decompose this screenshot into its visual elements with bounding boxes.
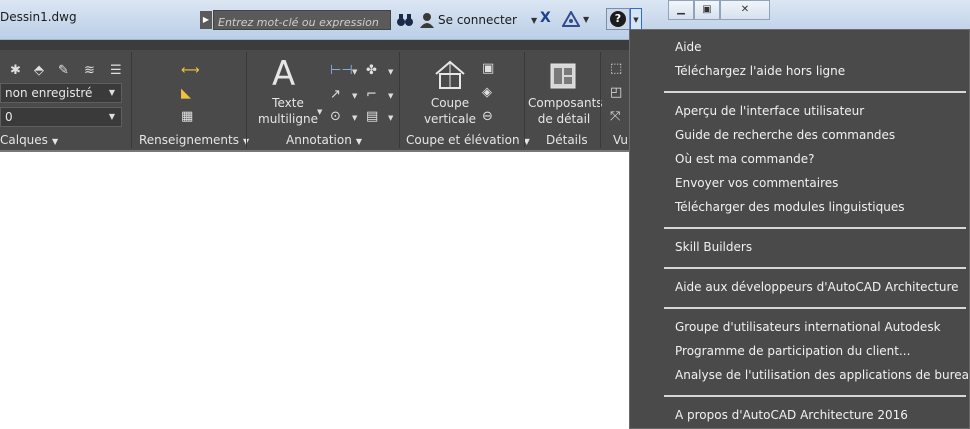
menu-item-telecharger-aide[interactable]: Téléchargez l'aide hors ligne <box>675 62 845 80</box>
chevron-down-icon: ▼ <box>108 112 115 121</box>
binoculars-icon[interactable] <box>395 11 415 29</box>
layer-states-icon[interactable]: ☰ <box>110 64 122 77</box>
calculator-icon[interactable]: ▦ <box>181 110 193 123</box>
user-icon <box>420 13 434 28</box>
chevron-down-icon: ▼ <box>583 14 590 24</box>
view-zoom-icon[interactable]: ⤧ <box>610 110 620 123</box>
chevron-down-icon: ▼ <box>108 88 115 97</box>
search-box[interactable] <box>213 10 391 32</box>
elevation-cube-icon[interactable]: ▣ <box>482 62 494 75</box>
elevation-label-icon[interactable]: ⌐ <box>366 88 377 101</box>
menu-divider <box>664 307 966 309</box>
exchange-apps-icon[interactable]: X <box>540 10 556 28</box>
chevron-down-icon: ▼ <box>51 137 59 146</box>
help-button[interactable]: ? <box>606 8 630 30</box>
layer-isolate-icon[interactable]: ⬘ <box>34 64 44 77</box>
panel-divider <box>524 52 525 148</box>
a360-menu[interactable]: ▼ <box>562 10 592 28</box>
view-cube-icon[interactable]: ⬚ <box>610 62 622 75</box>
signin-label: Se connecter <box>438 13 517 27</box>
dimension-icon[interactable]: ⊢⊣ <box>330 64 353 77</box>
texte-multiligne-button[interactable]: Texte multiligne <box>256 95 320 127</box>
minimize-button[interactable]: ▁ <box>668 0 694 20</box>
layer-freeze-icon[interactable]: ✱ <box>10 64 21 77</box>
table-icon[interactable]: ▤ <box>366 110 378 123</box>
help-dropdown-menu: Aide Téléchargez l'aide hors ligne Aperç… <box>629 29 970 429</box>
menu-item-modules-linguistiques[interactable]: Télécharger des modules linguistiques <box>675 198 905 216</box>
menu-item-analyse-utilisation[interactable]: Analyse de l'utilisation des application… <box>675 366 970 384</box>
menu-item-ou-est-commande[interactable]: Où est ma commande? <box>675 150 815 168</box>
measure-distance-icon[interactable]: ⟷ <box>181 64 200 77</box>
chevron-down-icon: ▼ <box>388 114 394 122</box>
menu-item-apercu-interface[interactable]: Aperçu de l'interface utilisateur <box>675 102 864 120</box>
composants-detail-button[interactable]: Composants de détail <box>528 95 603 127</box>
panel-details[interactable]: Détails <box>546 131 588 149</box>
menu-item-a-propos[interactable]: A propos d'AutoCAD Architecture 2016 <box>675 406 908 424</box>
layer-off-icon[interactable]: ✎ <box>58 64 69 77</box>
menu-divider <box>664 395 966 397</box>
text-a-icon: A <box>272 54 296 94</box>
chevron-down-icon: ▼ <box>352 114 358 122</box>
search-input[interactable] <box>214 13 390 32</box>
layer-select[interactable]: 0 ▼ <box>0 107 122 127</box>
chevron-down-icon: ▼ <box>352 92 358 100</box>
help-icon: ? <box>610 11 626 27</box>
search-expand-icon[interactable]: ▶ <box>200 11 212 29</box>
section-house-icon <box>434 58 466 94</box>
panel-divider <box>246 52 247 148</box>
layer-state-select[interactable]: non enregistré ▼ <box>0 83 122 103</box>
a360-icon <box>562 11 580 27</box>
chevron-down-icon: ▼ <box>355 137 362 146</box>
leader-icon[interactable]: ↗ <box>330 88 341 101</box>
panel-renseignements[interactable]: Renseignements▼ <box>139 131 249 149</box>
autocad-window: Dessin1.dwg ▶ Se connecter ▼ X ▼ ? ▼ ▁ ▣… <box>0 0 970 429</box>
window-controls: ▁ ▣ ✕ <box>668 0 770 20</box>
menu-divider <box>664 267 966 269</box>
chevron-down-icon: ▼ <box>388 68 394 76</box>
panel-divider <box>600 52 601 148</box>
help-dropdown-button[interactable]: ▼ <box>630 8 642 30</box>
panel-vue[interactable]: Vu <box>613 131 628 149</box>
restore-button[interactable]: ▣ <box>694 0 720 20</box>
close-button[interactable]: ✕ <box>720 0 770 20</box>
chevron-down-icon: ▼ <box>317 108 323 116</box>
layer-state-value: non enregistré <box>5 86 93 100</box>
panel-divider <box>399 52 400 148</box>
menu-item-programme-participation[interactable]: Programme de participation du client... <box>675 342 910 360</box>
section-marker-icon[interactable]: ◈ <box>482 86 492 99</box>
panel-annotation[interactable]: Annotation ▼ <box>286 131 362 149</box>
menu-item-aide-developpeurs[interactable]: Aide aux développeurs d'AutoCAD Architec… <box>675 278 959 296</box>
panel-calques[interactable]: Calques ▼ <box>0 131 58 149</box>
menu-item-envoyer-commentaires[interactable]: Envoyer vos commentaires <box>675 174 838 192</box>
area-icon[interactable]: ◣ <box>181 87 191 100</box>
menu-divider <box>664 91 966 93</box>
detail-components-icon <box>549 62 577 94</box>
chevron-down-icon: ▼ <box>352 68 358 76</box>
menu-divider <box>664 227 966 229</box>
chevron-down-icon: ▼ <box>530 15 538 25</box>
menu-item-skill-builders[interactable]: Skill Builders <box>675 238 752 256</box>
document-title: Dessin1.dwg <box>0 10 77 24</box>
panel-coupe-elevation[interactable]: Coupe et élévation ▼ <box>406 131 530 149</box>
chevron-down-icon: ▼ <box>388 92 394 100</box>
symbol-icon[interactable]: ✤ <box>366 64 377 77</box>
menu-item-groupe-utilisateurs[interactable]: Groupe d'utilisateurs international Auto… <box>675 318 941 336</box>
menu-item-aide[interactable]: Aide <box>675 38 702 56</box>
layer-match-icon[interactable]: ≋ <box>84 64 95 77</box>
menu-item-guide-recherche[interactable]: Guide de recherche des commandes <box>675 126 895 144</box>
view-rotate-icon[interactable]: ◰ <box>610 86 622 99</box>
layer-value: 0 <box>5 110 13 124</box>
signin-menu[interactable]: Se connecter ▼ <box>420 10 537 30</box>
tag-icon[interactable]: ⊙ <box>330 110 341 123</box>
section-line-icon[interactable]: ⊖ <box>482 110 493 123</box>
coupe-verticale-button[interactable]: Coupe verticale <box>418 95 482 127</box>
panel-divider <box>131 52 132 148</box>
